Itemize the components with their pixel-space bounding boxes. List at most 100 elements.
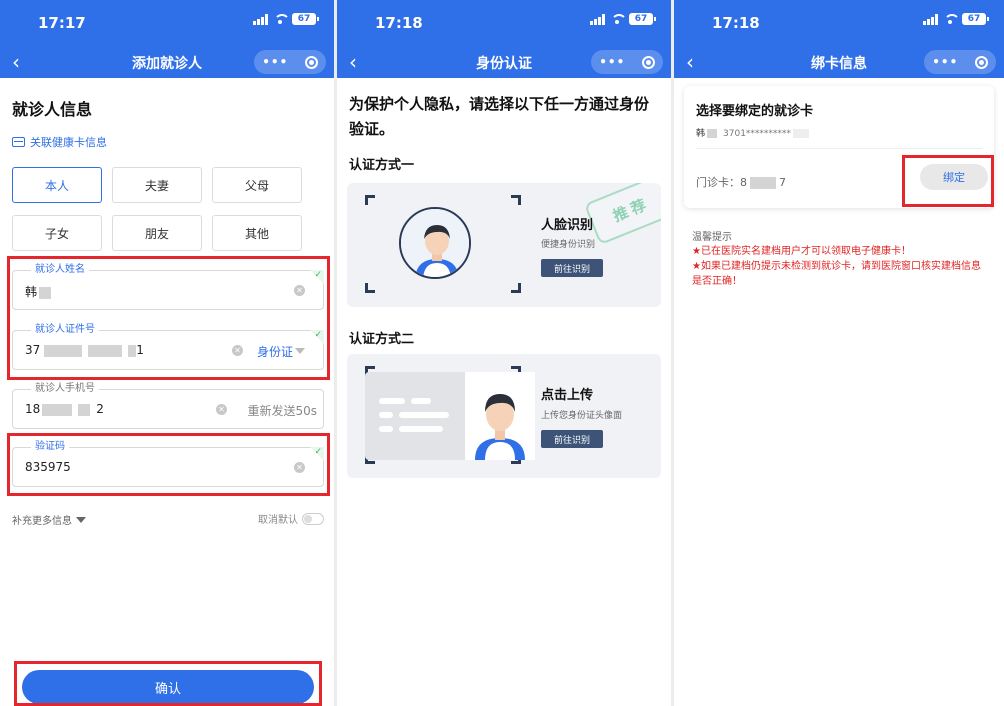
upload-auth-name: 点击上传 (541, 388, 594, 403)
bind-card-title: 选择要绑定的就诊卡 (696, 104, 814, 119)
upload-auth-button[interactable]: 前往识别 (541, 430, 603, 448)
nav-bar: ‹ 身份认证 ••• (337, 48, 671, 78)
face-auth-sub: 便捷身份识别 (541, 240, 596, 250)
face-icon (399, 207, 471, 279)
status-icons: 67 (590, 13, 656, 25)
more-info-label: 补充更多信息 (12, 516, 72, 527)
frame-corner (365, 195, 375, 205)
upload-auth-sub: 上传您身份证头像面 (541, 411, 623, 421)
more-icon[interactable]: ••• (262, 55, 288, 69)
more-icon[interactable]: ••• (599, 55, 625, 69)
divider (696, 148, 982, 149)
wifi-icon (610, 13, 627, 25)
status-bar: 17:18 67 (337, 0, 671, 48)
mini-program-capsule: ••• (254, 50, 326, 74)
verify-code-value: 835975 (25, 460, 71, 474)
frame-corner (511, 283, 521, 293)
idcard-line (399, 412, 449, 418)
battery-icon: 67 (629, 13, 656, 25)
id-type-select[interactable]: 身份证 (257, 343, 293, 360)
face-auth-card[interactable]: 推荐 人脸识别 便捷身份识别 前往识别 (347, 183, 661, 307)
status-time: 17:18 (375, 14, 423, 32)
resend-code-button[interactable]: 重新发送50s (247, 402, 317, 419)
signal-icon (923, 13, 938, 25)
signal-icon (590, 13, 605, 25)
recommend-stamp: 推荐 (583, 183, 661, 246)
clear-icon[interactable]: ✕ (294, 462, 305, 473)
patient-id-value: 37 1 (25, 343, 144, 357)
close-target-icon[interactable] (304, 55, 318, 69)
more-info-toggle[interactable]: 补充更多信息 (12, 512, 86, 527)
wifi-icon (943, 13, 960, 25)
close-target-icon[interactable] (974, 55, 988, 69)
patient-name-label: 就诊人姓名 (31, 264, 89, 276)
confirm-button[interactable]: 确认 (22, 670, 314, 704)
relation-parents[interactable]: 父母 (212, 167, 302, 203)
idcard-icon (365, 372, 535, 460)
frame-corner (511, 195, 521, 205)
bind-card: 选择要绑定的就诊卡 韩 3701********** 门诊卡：8 7 绑定 (684, 86, 994, 208)
face-auth-button[interactable]: 前往识别 (541, 259, 603, 277)
idcard-line (411, 398, 431, 404)
check-icon: ✓ (314, 270, 322, 280)
patient-id-label: 就诊人证件号 (31, 324, 99, 336)
section-title: 就诊人信息 (12, 100, 93, 119)
mini-program-capsule: ••• (924, 50, 996, 74)
dropdown-icon (76, 516, 86, 523)
idcard-line (379, 398, 405, 404)
mini-program-capsule: ••• (591, 50, 663, 74)
patient-name-value: 韩 (25, 283, 52, 300)
panel-add-patient: 17:17 67 ‹ 添加就诊人 ••• 就诊人信息 关联健康卡信息 本人 夫妻… (0, 0, 334, 706)
card-icon (12, 137, 25, 147)
status-time: 17:17 (38, 14, 86, 32)
idcard-photo (465, 372, 535, 460)
relation-self[interactable]: 本人 (12, 167, 102, 203)
idcard-line (379, 426, 393, 432)
close-target-icon[interactable] (641, 55, 655, 69)
relation-child[interactable]: 子女 (12, 215, 102, 251)
method1-title: 认证方式一 (349, 158, 415, 173)
frame-corner (365, 283, 375, 293)
cancel-default: 取消默认 (258, 511, 324, 526)
verify-code-field[interactable]: 验证码 835975 ✕ ✓ (12, 441, 324, 487)
method2-title: 认证方式二 (349, 332, 415, 347)
tip-1: ★已在医院实名建档用户才可以领取电子健康卡！ (692, 246, 911, 257)
idcard-line (379, 412, 393, 418)
status-time: 17:18 (712, 14, 760, 32)
battery-icon: 67 (962, 13, 989, 25)
tips-title: 温馨提示 (692, 232, 732, 243)
clinic-card-number: 门诊卡：8 7 (696, 176, 786, 189)
panel-bind-card: 17:18 67 ‹ 绑卡信息 ••• 选择要绑定的就诊卡 韩 3701*****… (674, 0, 1004, 706)
bind-button[interactable]: 绑定 (920, 164, 988, 190)
cancel-default-label: 取消默认 (258, 515, 298, 526)
clear-icon[interactable]: ✕ (294, 285, 305, 296)
status-bar: 17:17 67 (0, 0, 334, 48)
clear-icon[interactable]: ✕ (216, 404, 227, 415)
panel-identity-auth: 17:18 67 ‹ 身份认证 ••• 为保护个人隐私，请选择以下任一方通过身份… (337, 0, 671, 706)
idcard-line (399, 426, 443, 432)
status-bar: 17:18 67 (674, 0, 1004, 48)
more-icon[interactable]: ••• (932, 55, 958, 69)
link-health-card[interactable]: 关联健康卡信息 (12, 134, 107, 150)
patient-phone-label: 就诊人手机号 (31, 383, 99, 395)
patient-phone-field[interactable]: 就诊人手机号 18 2 ✕ 重新发送50s (12, 383, 324, 429)
bind-card-holder: 韩 3701********** (696, 126, 809, 139)
privacy-intro: 为保护个人隐私，请选择以下任一方通过身份验证。 (349, 95, 650, 138)
default-toggle[interactable] (302, 512, 324, 525)
patient-id-field[interactable]: 就诊人证件号 37 1 ✕ 身份证 ✓ (12, 324, 324, 370)
tip-2: ★如果已建档仍提示未检测到就诊卡，请到医院窗口核实建档信息是否正确！ (692, 261, 981, 287)
relation-spouse[interactable]: 夫妻 (112, 167, 202, 203)
id-upload-card[interactable]: 点击上传 上传您身份证头像面 前往识别 (347, 354, 661, 478)
nav-bar: ‹ 添加就诊人 ••• (0, 48, 334, 78)
check-icon: ✓ (314, 447, 322, 457)
relation-options: 本人 夫妻 父母 子女 朋友 其他 (12, 167, 322, 251)
status-icons: 67 (923, 13, 989, 25)
check-icon: ✓ (314, 330, 322, 340)
signal-icon (253, 13, 268, 25)
patient-name-field[interactable]: 就诊人姓名 韩 ✕ ✓ (12, 264, 324, 310)
face-auth-name: 人脸识别 (541, 218, 594, 233)
relation-friend[interactable]: 朋友 (112, 215, 202, 251)
clear-icon[interactable]: ✕ (232, 345, 243, 356)
relation-other[interactable]: 其他 (212, 215, 302, 251)
dropdown-icon[interactable] (295, 348, 305, 354)
